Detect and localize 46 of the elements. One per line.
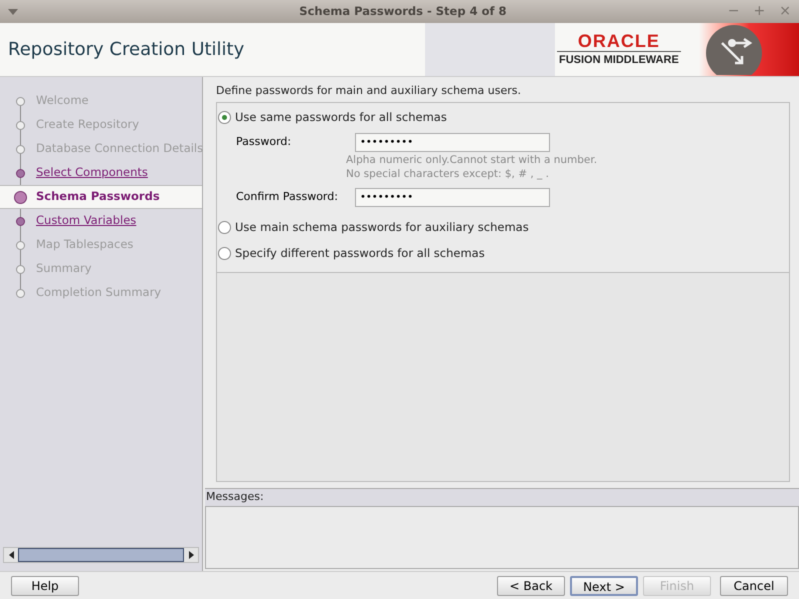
step-label: Database Connection Details [36, 140, 204, 158]
step-marker-icon [16, 144, 25, 154]
option-label[interactable]: Specify different passwords for all schemas [235, 245, 485, 262]
step-marker-icon [16, 120, 25, 130]
radio-button[interactable] [218, 247, 231, 260]
step-marker-icon [16, 216, 25, 226]
step-label: Schema Passwords [36, 188, 160, 206]
step-label: Create Repository [36, 116, 140, 134]
step-marker-icon [16, 168, 25, 178]
radio-button[interactable] [218, 110, 231, 124]
step-marker-icon [14, 190, 27, 204]
step-marker-icon [16, 96, 25, 106]
back-button[interactable]: < Back [497, 576, 565, 596]
step-link[interactable]: Custom Variables [36, 212, 136, 230]
step-item[interactable]: Custom Variables [0, 209, 202, 233]
step-marker-icon [16, 264, 25, 274]
step-label: Summary [36, 260, 92, 278]
intro-text: Define passwords for main and auxiliary schema users. [216, 83, 522, 99]
step-label: Map Tablespaces [36, 236, 134, 254]
next-button[interactable]: Next > [570, 576, 638, 596]
menu-caret-icon[interactable] [8, 8, 18, 14]
app-title: Repository Creation Utility [7, 38, 246, 62]
hint-text: Alpha numeric only.Cannot start with a number. [346, 152, 598, 167]
step-marker-icon [16, 288, 25, 298]
step-marker-icon [16, 240, 25, 250]
oracle-logo: ORACLE FUSION MIDDLEWARE [557, 31, 681, 68]
scroll-right-icon[interactable] [188, 551, 194, 559]
step-link[interactable]: Select Components [36, 164, 148, 182]
hint-text: No special characters except: $, # , _ . [346, 166, 550, 181]
step-label: Welcome [36, 92, 89, 110]
scroll-left-icon[interactable] [8, 551, 14, 559]
horizontal-scrollbar[interactable] [3, 547, 199, 563]
option-label[interactable]: Use main schema passwords for auxiliary schemas [235, 218, 529, 236]
password-field[interactable]: ••••••••• [355, 132, 550, 152]
step-item[interactable]: Schema Passwords [0, 185, 202, 209]
cancel-button[interactable]: Cancel [720, 576, 788, 596]
field-label: Confirm Password: [236, 189, 339, 205]
radio-button[interactable] [218, 220, 231, 234]
step-label: Completion Summary [36, 284, 162, 302]
option-label[interactable]: Use same passwords for all schemas [235, 108, 447, 126]
confirm-password-field[interactable]: ••••••••• [355, 188, 550, 207]
window-title: Schema Passwords - Step 4 of 8 [299, 2, 506, 20]
messages-label: Messages: [206, 489, 264, 506]
step-item[interactable]: Select Components [0, 161, 202, 185]
field-label: Password: [236, 134, 292, 150]
help-button[interactable]: Help [11, 576, 79, 596]
